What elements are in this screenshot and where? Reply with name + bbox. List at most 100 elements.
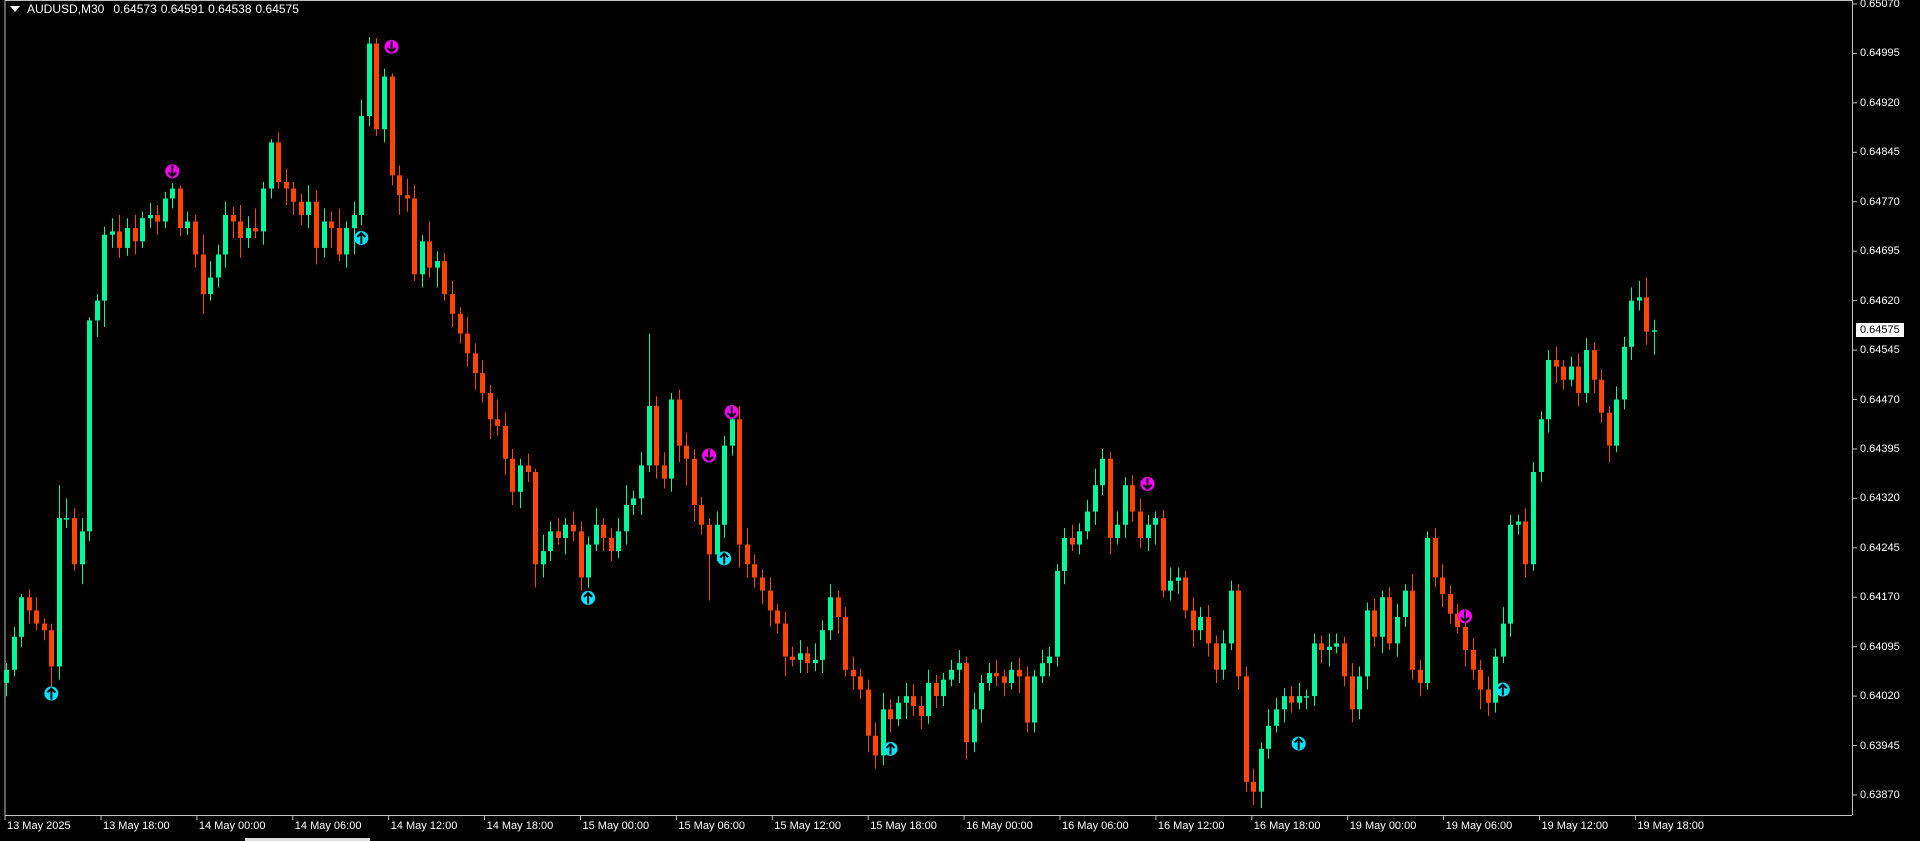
candle-body bbox=[571, 524, 576, 532]
candle bbox=[1523, 508, 1528, 578]
candle-body bbox=[208, 277, 213, 295]
candle-body bbox=[1433, 537, 1438, 578]
candle-body bbox=[1206, 617, 1211, 644]
candle bbox=[979, 675, 984, 723]
candle bbox=[518, 458, 523, 509]
candle-body bbox=[730, 419, 735, 446]
candle-body bbox=[64, 518, 69, 520]
candle-body bbox=[495, 419, 500, 426]
candle-body bbox=[1463, 626, 1468, 650]
candle bbox=[579, 521, 584, 591]
candle bbox=[201, 234, 206, 314]
candle-body bbox=[639, 465, 644, 499]
candle bbox=[1214, 635, 1219, 683]
candle-body bbox=[1319, 643, 1324, 650]
time-label: 14 May 12:00 bbox=[390, 820, 458, 832]
candle-body bbox=[609, 537, 614, 552]
candle-body bbox=[1100, 458, 1105, 486]
candle-body bbox=[1493, 656, 1498, 703]
ohlc-high: 0.64591 bbox=[160, 2, 205, 16]
candle-body bbox=[12, 636, 17, 670]
candle-body bbox=[624, 504, 629, 532]
candle-body bbox=[4, 669, 9, 683]
candle-body bbox=[458, 313, 463, 334]
candle-body bbox=[836, 597, 841, 618]
candle bbox=[495, 399, 500, 436]
candle bbox=[699, 497, 704, 535]
candle bbox=[1198, 607, 1203, 641]
candle-body bbox=[1599, 379, 1604, 413]
candle-body bbox=[1501, 623, 1506, 657]
candle-body bbox=[117, 231, 122, 248]
candle bbox=[117, 214, 122, 258]
candle-body bbox=[798, 653, 803, 660]
candle bbox=[49, 623, 54, 687]
candle bbox=[1062, 528, 1067, 585]
candle bbox=[178, 185, 183, 237]
candle-body bbox=[503, 425, 508, 459]
candle bbox=[730, 412, 735, 456]
candle-body bbox=[533, 472, 538, 565]
candle bbox=[745, 528, 750, 578]
candle-body bbox=[1531, 472, 1536, 565]
candle-body bbox=[72, 518, 77, 565]
candle-body bbox=[450, 294, 455, 314]
candle-body bbox=[1425, 537, 1430, 683]
candle-body bbox=[941, 679, 946, 697]
price-label: 0.64320 bbox=[1860, 492, 1900, 505]
candle bbox=[1584, 338, 1589, 403]
candle-body bbox=[1032, 676, 1037, 723]
candle-body bbox=[1644, 297, 1649, 332]
candle bbox=[110, 218, 115, 248]
candle-body bbox=[390, 76, 395, 176]
candle bbox=[1266, 709, 1271, 759]
ohlc-open: 0.64573 bbox=[113, 2, 157, 16]
candle bbox=[1123, 477, 1128, 538]
candle bbox=[957, 649, 962, 683]
collapse-triangle-icon[interactable] bbox=[10, 6, 20, 12]
candle-body bbox=[397, 175, 402, 196]
candles bbox=[4, 36, 1657, 809]
candle bbox=[1108, 452, 1113, 555]
candle-body bbox=[1576, 366, 1581, 393]
candle bbox=[80, 518, 85, 585]
time-label: 19 May 12:00 bbox=[1541, 820, 1609, 832]
candle bbox=[465, 317, 470, 367]
candle bbox=[813, 643, 818, 672]
candle-body bbox=[374, 43, 379, 130]
time-label: 15 May 06:00 bbox=[678, 820, 746, 832]
candle bbox=[382, 68, 387, 143]
candle bbox=[707, 518, 712, 601]
candle bbox=[1244, 666, 1249, 792]
candle-body bbox=[1584, 350, 1589, 393]
candle bbox=[12, 626, 17, 677]
candle bbox=[473, 343, 478, 390]
candle-body bbox=[299, 201, 304, 215]
candle-body bbox=[170, 188, 175, 199]
time-label: 13 May 18:00 bbox=[103, 820, 170, 832]
candle bbox=[639, 452, 644, 515]
candle bbox=[284, 168, 289, 206]
candle bbox=[442, 253, 447, 301]
sell-signal-arrow-down-icon bbox=[384, 39, 399, 54]
candle bbox=[1425, 531, 1430, 690]
candlestick-chart[interactable] bbox=[0, 0, 1920, 841]
candle-body bbox=[1191, 610, 1196, 631]
candle-body bbox=[1440, 577, 1445, 594]
candle-body bbox=[715, 524, 720, 555]
candle-body bbox=[911, 696, 916, 707]
candle bbox=[1652, 319, 1657, 355]
candle-body bbox=[435, 261, 440, 268]
price-label: 0.64545 bbox=[1860, 344, 1900, 357]
candle-body bbox=[775, 610, 780, 624]
candle-body bbox=[1183, 577, 1188, 611]
time-label: 15 May 00:00 bbox=[582, 820, 650, 832]
candle bbox=[722, 435, 727, 538]
candle bbox=[1304, 689, 1309, 710]
candle bbox=[1569, 356, 1574, 387]
candle-body bbox=[1410, 590, 1415, 670]
candle-body bbox=[1652, 330, 1657, 332]
candle-body bbox=[1508, 524, 1513, 624]
candle bbox=[87, 317, 92, 542]
candle-body bbox=[1471, 649, 1476, 670]
